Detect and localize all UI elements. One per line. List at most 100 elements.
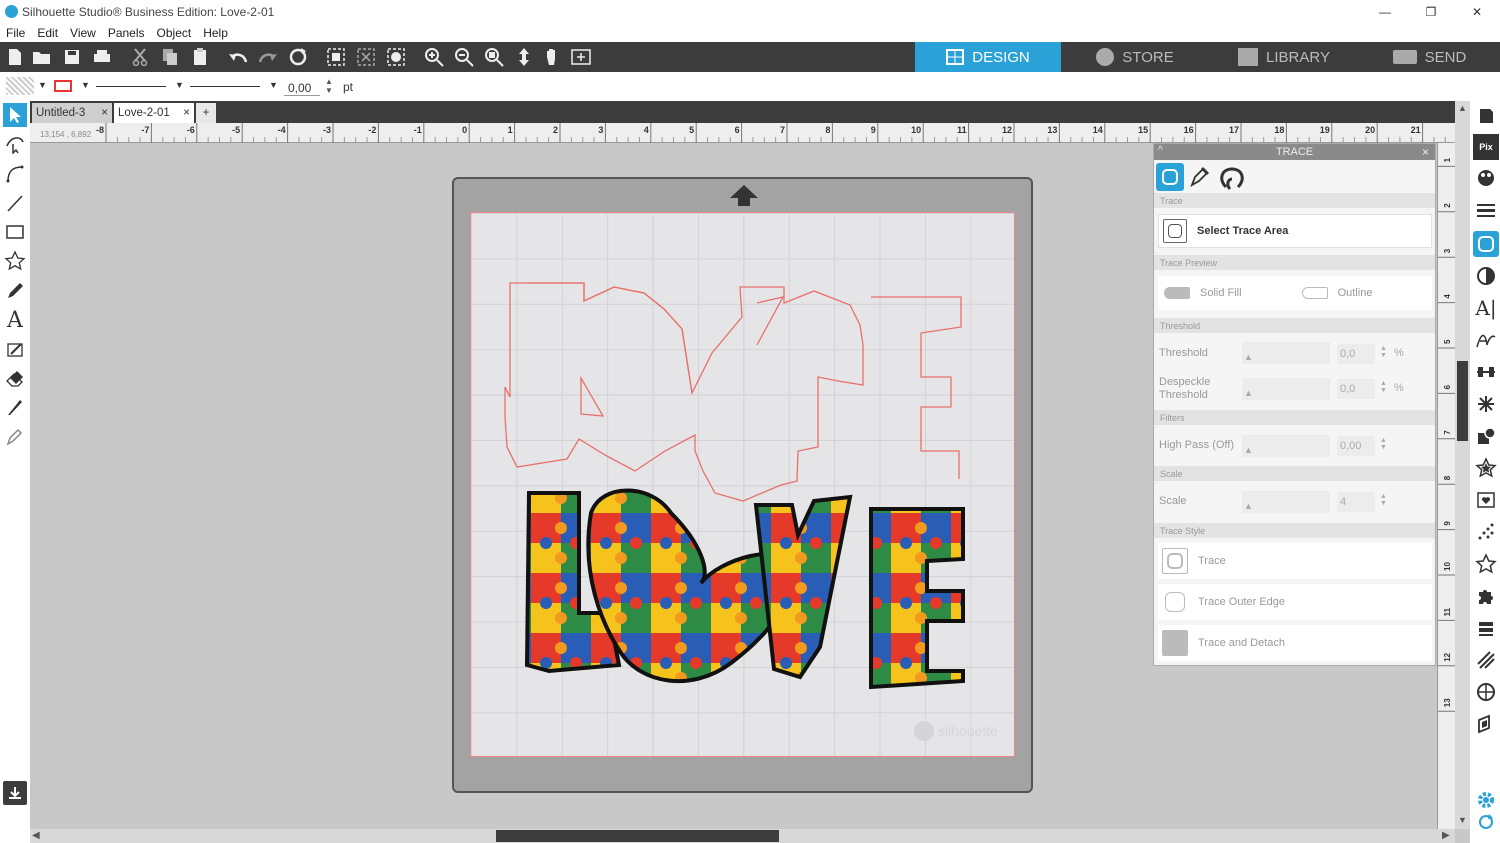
scroll-up-arrow-icon[interactable]: ▲ [1458, 103, 1467, 113]
import-panel-icon[interactable] [3, 781, 27, 805]
slider-thumb-icon[interactable]: ▲ [1244, 388, 1253, 398]
slider-thumb-icon[interactable]: ▲ [1244, 501, 1253, 511]
new-file-icon[interactable] [5, 47, 25, 67]
eyedropper-tool-icon[interactable] [3, 424, 27, 448]
redraw-icon[interactable] [288, 47, 308, 67]
save-icon[interactable] [62, 47, 82, 67]
library-heart-icon[interactable] [1473, 487, 1499, 513]
undo-icon[interactable] [228, 47, 248, 67]
copy-icon[interactable] [160, 47, 180, 67]
menu-view[interactable]: View [64, 26, 102, 40]
trace-panel-icon[interactable] [1473, 231, 1499, 257]
line-style-select[interactable] [96, 86, 166, 87]
scale-input[interactable]: 4 [1337, 492, 1375, 512]
select-by-color-icon[interactable] [386, 47, 406, 67]
line-width-spinner[interactable]: ▲ ▼ [325, 77, 333, 95]
line-width-input[interactable]: 0,00 [284, 78, 320, 96]
curve-tool-icon[interactable] [3, 161, 27, 185]
menu-edit[interactable]: Edit [31, 26, 64, 40]
transparency-icon[interactable] [1473, 263, 1499, 289]
vertical-scrollbar[interactable]: ▲ ▼ [1455, 101, 1470, 829]
line-style-icon[interactable] [1473, 197, 1499, 223]
scale-spinner[interactable]: ▲ ▼ [1380, 493, 1387, 507]
paste-icon[interactable] [190, 47, 210, 67]
trace-button[interactable]: Trace [1158, 543, 1432, 579]
solid-fill-icon[interactable] [1164, 287, 1190, 299]
despeckle-spinner[interactable]: ▲ ▼ [1380, 380, 1387, 394]
trace-mode-icon[interactable] [1156, 163, 1184, 191]
rhinestone-globe-icon[interactable] [1473, 679, 1499, 705]
doc-tab-untitled-3[interactable]: Untitled-3 × [32, 103, 112, 123]
close-tab-icon[interactable]: × [183, 107, 190, 119]
sketch-dots-icon[interactable] [1473, 519, 1499, 545]
star-outline-icon[interactable] [1473, 551, 1499, 577]
line-color-dropdown-arrow-icon[interactable]: ▼ [81, 80, 90, 90]
text-to-path-icon[interactable] [1473, 327, 1499, 353]
close-window-button[interactable]: ✕ [1454, 0, 1500, 23]
select-all-icon[interactable] [326, 47, 346, 67]
threshold-slider[interactable]: ▲ [1242, 342, 1330, 364]
zoom-selected-icon[interactable] [484, 47, 504, 67]
open-folder-icon[interactable] [32, 47, 52, 67]
modify-icon[interactable] [1473, 423, 1499, 449]
tab-library[interactable]: LIBRARY [1209, 42, 1359, 72]
layers-icon[interactable] [1473, 615, 1499, 641]
replicate-icon[interactable] [1473, 391, 1499, 417]
text-style-icon[interactable]: A| [1473, 295, 1499, 321]
zoom-out-icon[interactable] [454, 47, 474, 67]
polygon-star-icon[interactable] [3, 249, 27, 273]
text-tool-icon[interactable]: A [3, 308, 27, 333]
cut-icon[interactable] [130, 47, 150, 67]
outline-option[interactable]: Outline [1338, 287, 1373, 299]
pan-arrows-icon[interactable] [514, 47, 534, 67]
tab-design[interactable]: DESIGN [915, 42, 1061, 72]
despeckle-input[interactable]: 0,0 [1337, 379, 1375, 399]
vertical-scroll-thumb[interactable] [1457, 361, 1468, 441]
eraser-icon[interactable] [3, 366, 27, 390]
close-tab-icon[interactable]: × [101, 107, 108, 119]
menu-file[interactable]: File [0, 26, 31, 40]
scroll-down-arrow-icon[interactable]: ▼ [1458, 815, 1467, 825]
line-join-select[interactable] [190, 86, 260, 87]
horizontal-scrollbar[interactable]: ◀ ▶ [30, 829, 1455, 843]
scale-slider[interactable]: ▲ [1242, 491, 1330, 513]
fit-to-page-icon[interactable] [571, 47, 591, 67]
print-icon[interactable] [92, 47, 112, 67]
slider-thumb-icon[interactable]: ▲ [1244, 352, 1253, 362]
scroll-right-arrow-icon[interactable]: ▶ [1442, 830, 1450, 841]
puzzle-piece-icon[interactable] [1473, 583, 1499, 609]
threshold-spinner[interactable]: ▲ ▼ [1380, 345, 1387, 359]
fill-color-palette-icon[interactable] [1473, 165, 1499, 191]
emboss-icon[interactable] [1473, 711, 1499, 737]
hand-tool-icon[interactable] [542, 47, 562, 67]
pencil-tool-icon[interactable] [3, 279, 27, 303]
knife-tool-icon[interactable] [3, 395, 27, 419]
outline-icon[interactable] [1301, 287, 1328, 299]
line-color-swatch[interactable] [54, 80, 72, 92]
magnet-trace-icon[interactable] [1218, 165, 1246, 194]
line-style-dropdown-arrow-icon[interactable]: ▼ [175, 80, 184, 90]
pixscan-icon[interactable]: Pix [1473, 134, 1499, 160]
pixscan-eyedropper-icon[interactable] [1188, 165, 1212, 192]
deselect-icon[interactable] [356, 47, 376, 67]
threshold-input[interactable]: 0,0 [1337, 344, 1375, 364]
offset-star-icon[interactable] [1473, 455, 1499, 481]
select-arrow-icon[interactable] [3, 103, 27, 127]
add-tab-button[interactable]: + [196, 103, 216, 123]
high-pass-input[interactable]: 0,00 [1337, 436, 1375, 456]
horizontal-scroll-thumb[interactable] [496, 830, 779, 842]
solid-fill-option[interactable]: Solid Fill [1200, 287, 1242, 299]
close-panel-icon[interactable]: × [1422, 145, 1429, 159]
sync-icon[interactable] [1473, 809, 1499, 835]
menu-object[interactable]: Object [151, 26, 198, 40]
doc-tab-love-2-01[interactable]: Love-2-01 × [114, 103, 194, 123]
eraser-tool-icon[interactable] [3, 337, 27, 361]
love-puzzle-artwork[interactable] [471, 213, 1016, 758]
zoom-in-icon[interactable] [424, 47, 444, 67]
design-canvas[interactable]: silhouette [470, 212, 1015, 757]
maximize-button[interactable]: ❐ [1408, 0, 1454, 23]
high-pass-slider[interactable]: ▲ [1242, 435, 1330, 457]
redo-icon[interactable] [258, 47, 278, 67]
despeckle-slider[interactable]: ▲ [1242, 378, 1330, 400]
trace-and-detach-button[interactable]: Trace and Detach [1158, 625, 1432, 661]
